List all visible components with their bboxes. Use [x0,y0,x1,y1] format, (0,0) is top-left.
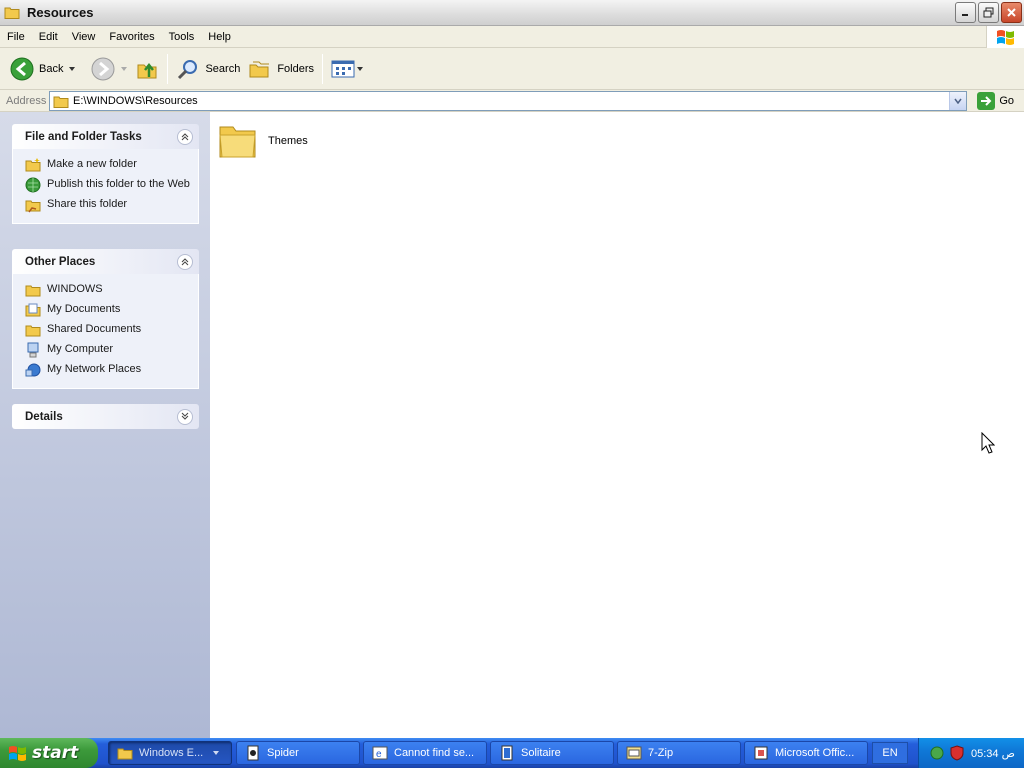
toolbar-separator [322,53,324,84]
search-button[interactable]: Search [172,51,244,87]
place-my-documents[interactable]: My Documents [13,300,198,320]
file-folder-tasks-panel: File and Folder Tasks Make a new folder … [12,124,199,224]
forward-button[interactable] [87,51,131,87]
system-tray: 05:34 ص [918,738,1024,768]
clock: 05:34 ص [971,747,1015,760]
address-dropdown-button[interactable] [949,92,966,110]
taskbar-item-windows-explorer[interactable]: Windows E... [108,741,232,765]
security-shield-icon[interactable] [949,745,965,761]
views-icon [331,60,355,77]
menu-file[interactable]: File [0,26,32,48]
file-name: Themes [268,135,308,147]
task-pane: File and Folder Tasks Make a new folder … [0,112,210,738]
solitaire-icon [501,745,513,761]
back-button[interactable]: Back [6,51,79,87]
details-panel: Details [12,404,199,429]
toolbar: Back Search Folders [0,48,1024,90]
restore-button[interactable] [978,2,999,23]
spider-solitaire-icon [247,745,259,761]
other-places-panel: Other Places WINDOWS My Documents Shared… [12,249,199,389]
language-indicator[interactable]: EN [872,742,908,764]
folders-button[interactable]: Folders [244,51,318,87]
network-icon [25,363,41,377]
menu-view[interactable]: View [65,26,103,48]
menu-help[interactable]: Help [201,26,238,48]
start-button[interactable]: start [0,738,98,768]
search-icon [178,59,198,79]
place-my-network-places[interactable]: My Network Places [13,360,198,380]
folder-icon [53,96,69,108]
computer-icon [27,342,39,358]
up-folder-icon [137,62,157,78]
svg-text:e: e [376,749,382,760]
shared-folder-icon [25,200,41,213]
file-list-pane[interactable]: Themes [210,112,1024,738]
restore-icon [983,7,994,18]
go-arrow-icon [977,92,996,110]
folder-icon [4,7,20,19]
chevron-down-icon [357,66,364,71]
go-button[interactable]: Go [977,91,1014,111]
up-folder-button[interactable] [131,51,163,87]
minimize-button[interactable] [955,2,976,23]
menu-edit[interactable]: Edit [32,26,65,48]
taskbar-item-microsoft-office[interactable]: Microsoft Offic... [744,741,868,765]
chevron-down-icon [213,751,220,755]
chevron-down-icon[interactable] [69,66,76,71]
office-installer-icon [754,746,768,760]
collapse-icon[interactable] [177,253,193,270]
place-my-computer[interactable]: My Computer [13,340,198,360]
folders-icon [249,61,270,77]
internet-explorer-icon: e [372,746,388,760]
panel-header[interactable]: Other Places [12,249,199,274]
taskbar: start Windows E... Spider e Cannot find … [0,738,1024,768]
address-bar: Address E:\WINDOWS\Resources Go [0,90,1024,112]
mouse-pointer-icon [981,432,995,454]
place-windows[interactable]: WINDOWS [13,280,198,300]
chevron-down-icon [121,66,128,71]
folder-icon [25,325,41,337]
forward-arrow-icon [91,57,115,80]
network-tray-icon[interactable] [929,745,945,761]
windows-logo-icon [986,26,1024,48]
globe-icon [25,177,41,193]
documents-icon [25,303,41,317]
new-folder-icon [25,158,41,172]
folder-icon [219,126,256,158]
7zip-icon [626,746,642,760]
panel-header[interactable]: Details [12,404,199,429]
taskbar-item-solitaire[interactable]: Solitaire [490,741,614,765]
panel-header[interactable]: File and Folder Tasks [12,124,199,149]
folder-icon [25,285,41,297]
title-bar: Resources [0,0,1024,26]
place-shared-documents[interactable]: Shared Documents [13,320,198,340]
menu-bar: File Edit View Favorites Tools Help [0,26,1024,48]
address-input[interactable]: E:\WINDOWS\Resources [49,91,967,111]
menu-favorites[interactable]: Favorites [102,26,161,48]
folder-icon [117,748,133,760]
file-item-themes[interactable]: Themes [218,122,308,160]
toolbar-separator [167,53,169,84]
taskbar-item-7zip[interactable]: 7-Zip [617,741,741,765]
windows-logo-icon [9,746,26,761]
task-publish-to-web[interactable]: Publish this folder to the Web [13,175,198,195]
chevron-down-icon [954,98,962,104]
close-icon [1007,8,1016,17]
collapse-icon[interactable] [177,128,193,145]
task-share-folder[interactable]: Share this folder [13,195,198,215]
close-button[interactable] [1001,2,1022,23]
expand-icon[interactable] [177,408,193,425]
address-label: Address [6,94,47,107]
views-button[interactable] [327,51,367,87]
taskbar-item-cannot-find-server[interactable]: e Cannot find se... [363,741,487,765]
window-title: Resources [27,5,94,20]
menu-tools[interactable]: Tools [162,26,202,48]
back-arrow-icon [10,57,34,80]
minimize-icon [962,14,968,16]
taskbar-item-spider[interactable]: Spider [236,741,360,765]
address-value: E:\WINDOWS\Resources [73,95,198,107]
task-make-new-folder[interactable]: Make a new folder [13,155,198,175]
